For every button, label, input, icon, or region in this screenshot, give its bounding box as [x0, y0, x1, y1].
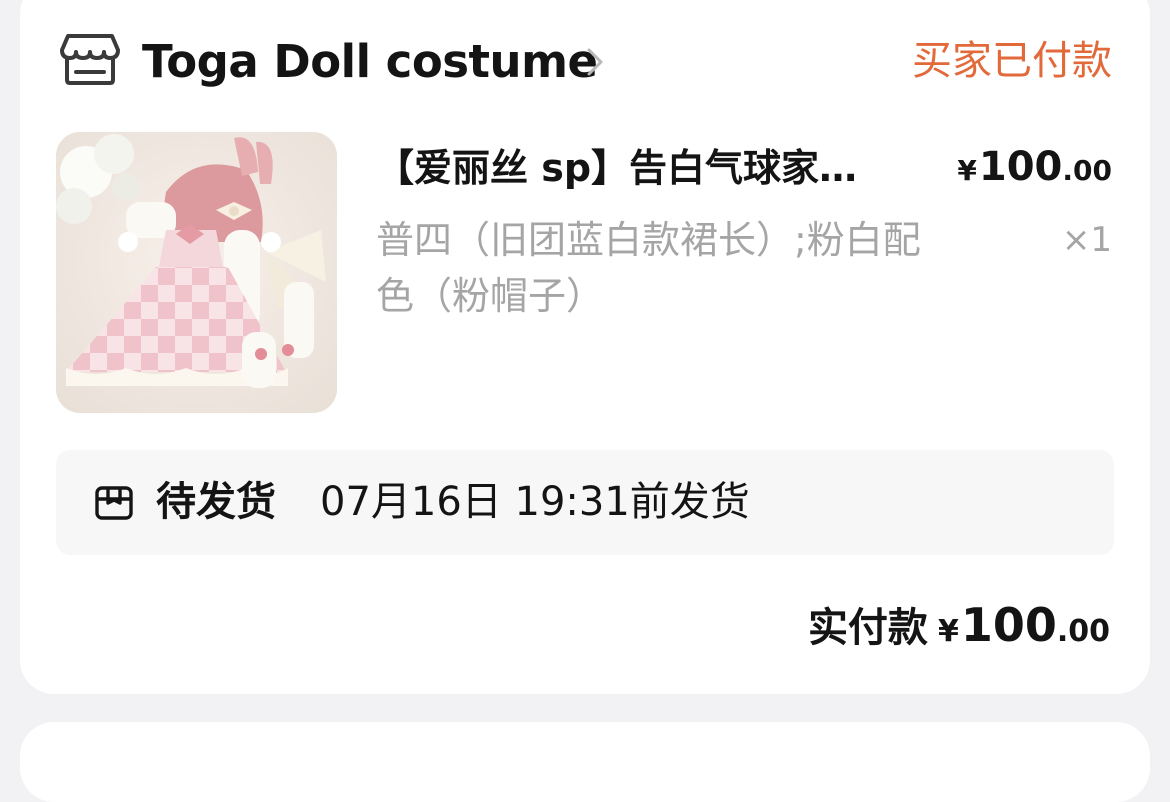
total-amount-integer: 100 — [960, 598, 1057, 652]
next-order-card[interactable] — [20, 722, 1150, 802]
total-label: 实付款 — [807, 605, 928, 651]
shop-name[interactable]: Toga Doll costume — [142, 35, 598, 89]
total-currency: ¥ — [937, 614, 959, 649]
product-quantity: ×1 — [1061, 220, 1112, 260]
price-currency: ¥ — [957, 154, 977, 187]
order-status: 买家已付款 — [912, 38, 1112, 84]
order-card[interactable]: Toga Doll costume 买家已付款 【爱丽丝 sp】告白气球家… ¥… — [20, 0, 1150, 694]
chevron-right-icon[interactable] — [583, 42, 607, 82]
total-amount-decimal: .00 — [1056, 614, 1110, 649]
doll-dress-image — [56, 132, 337, 413]
package-icon — [95, 486, 133, 520]
product-image[interactable] — [56, 132, 337, 413]
total-paid: 实付款 ¥100.00 — [808, 598, 1110, 663]
price-decimal: .00 — [1062, 154, 1112, 187]
shipping-deadline: 07月16日 19:31前发货 — [320, 479, 750, 525]
shipping-status-bar[interactable]: 待发货 07月16日 19:31前发货 — [56, 450, 1114, 555]
shipping-status: 待发货 — [156, 479, 276, 525]
product-title[interactable]: 【爱丽丝 sp】告白气球家… — [376, 144, 916, 192]
product-price: ¥100.00 — [957, 142, 1112, 200]
product-sku: 普四（旧团蓝白款裙长）;粉白配色（粉帽子） — [376, 218, 921, 318]
store-icon[interactable] — [60, 32, 120, 86]
price-integer: 100 — [978, 144, 1063, 190]
